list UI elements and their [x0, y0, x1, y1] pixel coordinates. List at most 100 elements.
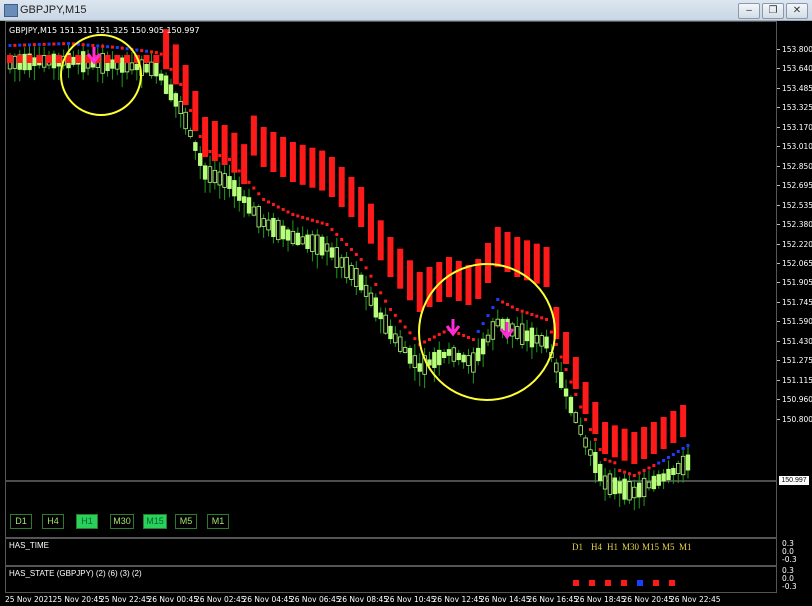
timeframe-button-d1[interactable]: D1: [10, 514, 32, 529]
ribbon-bar: [299, 144, 306, 185]
price-label: 151.430: [782, 336, 812, 346]
trend-dot: [267, 200, 271, 204]
timeframe-button-m1[interactable]: M1: [207, 514, 229, 529]
timeframe-button-m30[interactable]: M30: [110, 514, 134, 529]
candle-body: [383, 314, 388, 334]
has-state-panel[interactable]: HAS_STATE (GBPJPY) (2) (6) (3) (2): [5, 566, 777, 593]
candle-body: [41, 55, 47, 68]
candle-body: [373, 297, 379, 318]
candle-body: [456, 352, 461, 361]
price-tick: [777, 301, 780, 303]
trend-dot: [598, 448, 602, 451]
trend-dot: [408, 331, 412, 335]
trend-dot: [637, 471, 641, 475]
trend-dot: [164, 60, 168, 64]
price-tick: [777, 262, 780, 264]
trend-dot: [671, 453, 675, 456]
trend-dot: [257, 192, 261, 196]
price-tick: [777, 185, 780, 187]
candle-body: [134, 63, 140, 71]
close-button[interactable]: ✕: [786, 3, 808, 19]
candle-body: [159, 73, 164, 81]
candle-body: [485, 334, 491, 343]
candle-body: [261, 218, 266, 227]
trend-dot: [657, 461, 661, 465]
price-chart[interactable]: GBPJPY,M15 151.311 151.325 150.905 150.9…: [5, 21, 777, 538]
trend-dot: [481, 322, 485, 325]
trend-dot: [686, 444, 690, 447]
candle-body: [232, 180, 237, 197]
candle-body: [622, 478, 627, 500]
ribbon-bar: [36, 55, 43, 63]
candle-body: [680, 455, 686, 476]
has-time-panel[interactable]: HAS_TIME D1 H4 H1 M30 M15 M5 M1: [5, 538, 777, 566]
price-tick: [777, 379, 780, 381]
price-label: 151.590: [782, 317, 812, 327]
trend-dot: [218, 154, 222, 157]
has-time-tf-label: H4: [591, 542, 602, 552]
trend-dot: [23, 43, 27, 47]
trend-dot: [384, 299, 388, 303]
time-label: 26 Nov 20:45: [622, 595, 674, 604]
trend-dot: [476, 330, 480, 333]
restore-button[interactable]: ❐: [762, 3, 784, 19]
price-tick: [777, 321, 780, 323]
candle-body: [168, 84, 174, 101]
ribbon-bar: [582, 382, 589, 414]
candle-body: [276, 219, 281, 241]
candle-body: [241, 196, 247, 203]
trend-dot: [296, 214, 300, 218]
trend-dot: [618, 469, 622, 472]
candle-body: [617, 481, 622, 494]
time-label: 26 Nov 14:45: [480, 595, 531, 604]
timeframe-button-m5[interactable]: M5: [175, 514, 197, 529]
price-tick: [777, 224, 780, 226]
trend-dot: [276, 205, 280, 209]
ribbon-bars: [7, 29, 687, 464]
trend-dot: [286, 210, 290, 214]
has-time-label: HAS_TIME: [9, 541, 50, 550]
candle-body: [393, 333, 398, 344]
candle-body: [178, 100, 183, 115]
trend-dot: [593, 438, 597, 441]
trend-dot: [398, 319, 402, 323]
trend-dot: [106, 45, 110, 49]
state-dot: [573, 580, 579, 586]
trend-dot: [32, 43, 36, 47]
candle-body: [285, 229, 291, 241]
has-time-tf-label: D1: [572, 542, 583, 552]
time-label: 26 Nov 00:45: [147, 595, 199, 604]
timeframe-button-h1[interactable]: H1: [76, 514, 98, 529]
trend-dot: [67, 42, 71, 45]
ribbon-bar: [377, 220, 384, 261]
trend-dot: [608, 459, 612, 463]
trend-dot: [325, 223, 329, 226]
trend-dot: [149, 50, 153, 54]
ribbon-bar: [143, 55, 150, 63]
minimize-button[interactable]: –: [738, 3, 760, 19]
price-tick: [777, 49, 780, 50]
sell-arrow-icon: [445, 319, 461, 337]
ribbon-bar: [650, 422, 657, 454]
candle-body: [266, 219, 271, 231]
candle-body: [441, 351, 447, 359]
trend-dot: [281, 208, 285, 211]
candle-body: [110, 59, 115, 69]
candle-body: [437, 349, 442, 366]
ribbon-bar: [631, 432, 638, 464]
ribbon-bar: [153, 55, 160, 63]
trend-dot: [520, 309, 524, 313]
price-label: 152.220: [782, 239, 812, 249]
trend-dot: [57, 42, 61, 46]
timeframe-button-h4[interactable]: H4: [42, 514, 64, 529]
candle-body: [568, 396, 574, 414]
trend-dot: [154, 51, 158, 54]
trend-dot: [515, 308, 519, 311]
timeframe-button-m15[interactable]: M15: [143, 514, 167, 529]
candle-body: [398, 336, 403, 352]
candle-body: [129, 62, 135, 71]
candle-body: [349, 265, 354, 280]
candle-body: [363, 284, 369, 297]
window-titlebar[interactable]: GBPJPY,M15 – ❐ ✕: [0, 0, 812, 21]
ribbon-bar: [485, 243, 492, 283]
